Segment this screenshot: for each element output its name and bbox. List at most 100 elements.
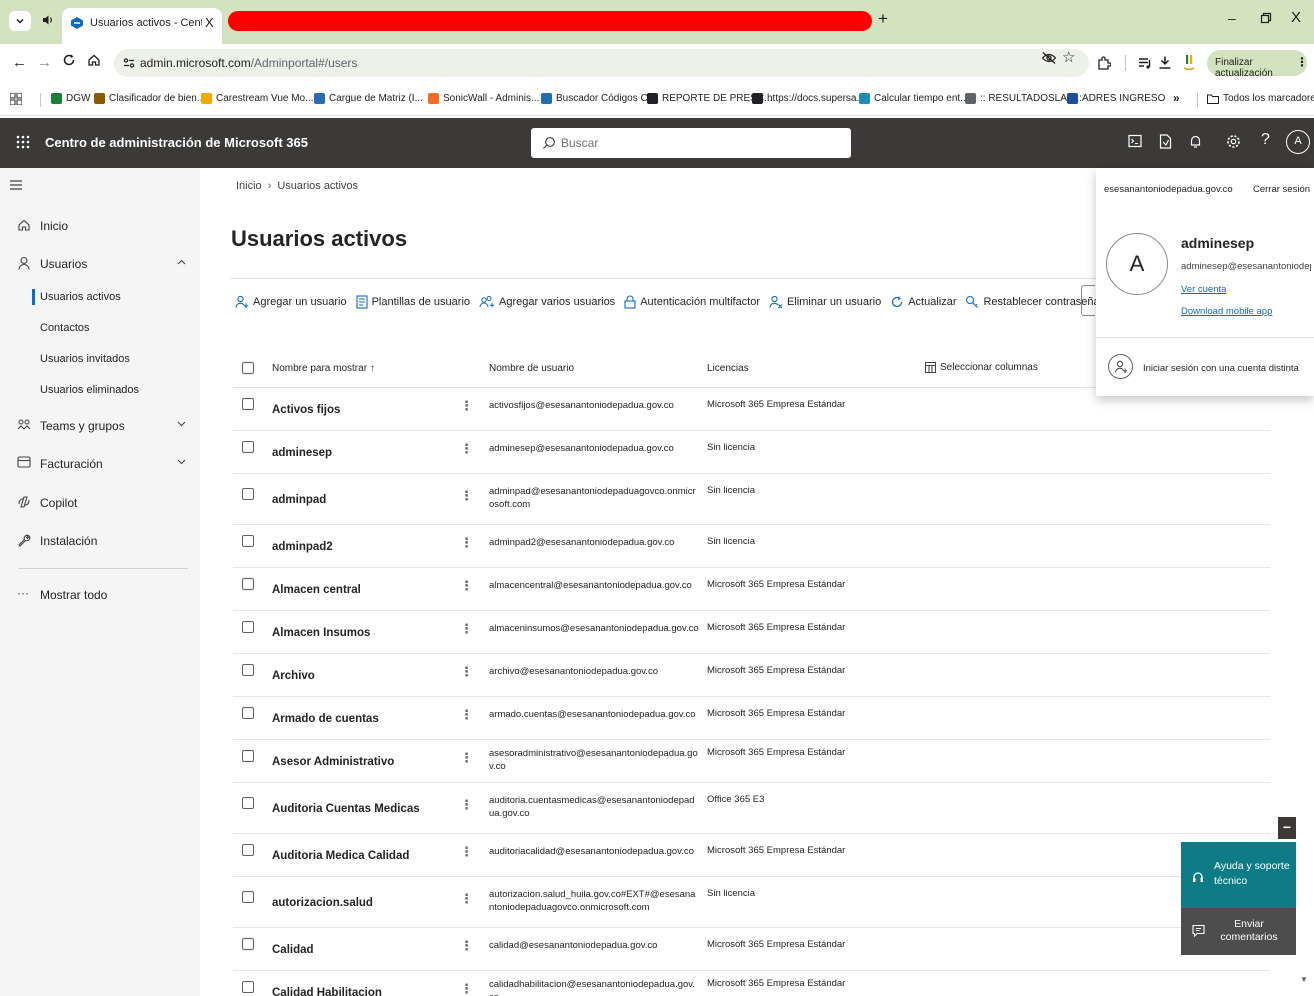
nav-subitem-contactos[interactable]: Contactos bbox=[40, 322, 90, 334]
close-window-button[interactable]: X bbox=[1291, 9, 1301, 26]
filter-search-input[interactable] bbox=[1081, 285, 1095, 316]
user-display-name[interactable]: Activos fijos bbox=[272, 404, 340, 416]
hamburger-menu-icon[interactable] bbox=[10, 180, 22, 190]
app-launcher-icon[interactable] bbox=[16, 135, 30, 149]
bookmark-item[interactable]: Cargue de Matriz (I... bbox=[314, 93, 423, 104]
download-icon[interactable] bbox=[1158, 55, 1172, 70]
finish-update-button[interactable]: Finalizar actualización ⋮ bbox=[1207, 50, 1308, 79]
tab-close-button[interactable]: X bbox=[205, 15, 214, 30]
user-display-name[interactable]: Calidad bbox=[272, 944, 314, 956]
row-more-actions-icon[interactable]: ⋮ bbox=[460, 489, 473, 502]
send-feedback-button[interactable]: Enviar comentarios bbox=[1181, 908, 1296, 955]
column-header-display-name[interactable]: Nombre para mostrar ↑ bbox=[272, 363, 375, 374]
table-row[interactable]: Auditoria Medica Calidad ⋮ auditoriacalida… bbox=[233, 834, 1270, 877]
reset-password-button[interactable]: Restablecer contraseña bbox=[965, 295, 1100, 309]
row-checkbox[interactable] bbox=[242, 535, 254, 547]
notifications-bell-icon[interactable] bbox=[1189, 134, 1202, 149]
row-checkbox[interactable] bbox=[242, 750, 254, 762]
table-row[interactable]: adminpad2 ⋮ adminpad2@esesanantoniodepadua… bbox=[233, 525, 1270, 568]
document-icon[interactable] bbox=[1159, 134, 1172, 149]
table-row[interactable]: Almacen central ⋮ almacencentral@esesanant… bbox=[233, 568, 1270, 611]
row-more-actions-icon[interactable]: ⋮ bbox=[460, 982, 473, 995]
settings-gear-icon[interactable] bbox=[1226, 134, 1241, 149]
bookmark-item[interactable]: Clasificador de bien... bbox=[94, 93, 205, 104]
table-row[interactable]: adminpad ⋮ adminpad@esesanantoniodepaduago… bbox=[233, 474, 1270, 525]
bookmark-item[interactable]: Buscador Códigos C... bbox=[541, 93, 656, 104]
app-title[interactable]: Centro de administración de Microsoft 36… bbox=[45, 135, 308, 150]
nav-item-mostrar-todo[interactable]: ··· Mostrar todo bbox=[0, 577, 200, 611]
tab-search-button[interactable] bbox=[9, 11, 31, 31]
all-bookmarks-button[interactable]: Todos los marcadores bbox=[1207, 93, 1314, 104]
nav-subitem-usuarios-invitados[interactable]: Usuarios invitados bbox=[40, 353, 130, 365]
row-more-actions-icon[interactable]: ⋮ bbox=[460, 399, 473, 412]
column-header-username[interactable]: Nombre de usuario bbox=[489, 363, 574, 374]
tracking-protection-icon[interactable] bbox=[1041, 51, 1057, 65]
nav-item-inicio[interactable]: Inicio bbox=[0, 208, 200, 242]
row-more-actions-icon[interactable]: ⋮ bbox=[460, 751, 473, 764]
terminal-icon[interactable] bbox=[1128, 134, 1142, 148]
row-checkbox[interactable] bbox=[242, 891, 254, 903]
row-checkbox[interactable] bbox=[242, 664, 254, 676]
table-row[interactable]: Asesor Administrativo ⋮ asesoradministrati… bbox=[233, 740, 1270, 783]
row-checkbox[interactable] bbox=[242, 844, 254, 856]
user-display-name[interactable]: Asesor Administrativo bbox=[272, 756, 394, 768]
search-box[interactable] bbox=[531, 128, 851, 158]
column-header-licenses[interactable]: Licencias bbox=[707, 363, 749, 374]
delete-user-button[interactable]: Eliminar un usuario bbox=[769, 295, 881, 309]
row-more-actions-icon[interactable]: ⋮ bbox=[460, 579, 473, 592]
account-avatar-button[interactable]: A bbox=[1286, 130, 1310, 154]
nav-item-instalacion[interactable]: Instalación bbox=[0, 523, 200, 557]
address-bar[interactable]: admin.microsoft.com/Adminportal#/users bbox=[114, 49, 1089, 77]
bookmark-item[interactable]: ADRES INGRESO bbox=[1067, 93, 1165, 104]
choose-columns-button[interactable]: Seleccionar columnas bbox=[925, 362, 1038, 373]
home-button-icon[interactable] bbox=[87, 53, 101, 67]
user-display-name[interactable]: Almacen central bbox=[272, 584, 361, 596]
nav-item-usuarios[interactable]: Usuarios bbox=[0, 246, 200, 280]
nav-item-teams-grupos[interactable]: Teams y grupos bbox=[0, 408, 200, 442]
add-multiple-users-button[interactable]: Agregar varios usuarios bbox=[479, 295, 615, 309]
row-more-actions-icon[interactable]: ⋮ bbox=[460, 622, 473, 635]
forward-icon[interactable]: → bbox=[37, 54, 52, 71]
nav-item-copilot[interactable]: Copilot bbox=[0, 485, 200, 519]
row-checkbox[interactable] bbox=[242, 621, 254, 633]
minimize-window-button[interactable]: – bbox=[1228, 10, 1236, 26]
select-all-checkbox[interactable] bbox=[242, 362, 254, 374]
sign-out-link[interactable]: Cerrar sesión bbox=[1253, 184, 1310, 195]
table-row[interactable]: Calidad Habilitacion ⋮ calidadhabilitacion… bbox=[233, 971, 1270, 996]
table-row[interactable]: Armado de cuentas ⋮ armado.cuentas@esesana… bbox=[233, 697, 1270, 740]
search-input[interactable] bbox=[561, 133, 841, 153]
more-bookmarks-button[interactable]: » bbox=[1173, 91, 1180, 105]
bookmark-item[interactable]: DGW bbox=[51, 93, 90, 104]
new-tab-button[interactable]: + bbox=[878, 9, 888, 29]
reload-icon[interactable] bbox=[62, 53, 76, 67]
bookmark-star-icon[interactable]: ☆ bbox=[1062, 48, 1075, 66]
media-control-icon[interactable] bbox=[1138, 56, 1152, 70]
scroll-down-arrow-icon[interactable]: ▼ bbox=[1300, 975, 1308, 984]
help-collapse-button[interactable]: − bbox=[1278, 817, 1296, 839]
restore-window-button[interactable] bbox=[1260, 12, 1272, 24]
row-checkbox[interactable] bbox=[242, 398, 254, 410]
bookmark-item[interactable]: Carestream Vue Mo... bbox=[201, 93, 313, 104]
view-account-link[interactable]: Ver cuenta bbox=[1181, 284, 1226, 295]
table-row[interactable]: Calidad ⋮ calidad@esesanantoniodepadua.gov… bbox=[233, 928, 1270, 971]
add-account-icon[interactable] bbox=[1108, 354, 1133, 379]
bookmark-item[interactable]: https://docs.supersa... bbox=[752, 93, 865, 104]
user-display-name[interactable]: adminpad2 bbox=[272, 541, 333, 553]
nav-item-facturacion[interactable]: Facturación bbox=[0, 446, 200, 480]
user-templates-button[interactable]: Plantillas de usuario bbox=[356, 295, 470, 309]
row-more-actions-icon[interactable]: ⋮ bbox=[460, 665, 473, 678]
bookmark-item[interactable]: :: RESULTADOSLAB :: bbox=[965, 93, 1082, 104]
row-checkbox[interactable] bbox=[242, 578, 254, 590]
bookmark-item[interactable]: SonicWall - Adminis... bbox=[428, 93, 539, 104]
breadcrumb-inicio[interactable]: Inicio bbox=[236, 180, 262, 192]
row-more-actions-icon[interactable]: ⋮ bbox=[460, 939, 473, 952]
row-checkbox[interactable] bbox=[242, 707, 254, 719]
row-checkbox[interactable] bbox=[242, 441, 254, 453]
back-icon[interactable]: ← bbox=[12, 54, 27, 71]
row-checkbox[interactable] bbox=[242, 488, 254, 500]
sign-in-different-account-link[interactable]: Iniciar sesión con una cuenta distinta bbox=[1143, 363, 1299, 374]
site-info-icon[interactable] bbox=[122, 56, 136, 70]
download-mobile-app-link[interactable]: Download mobile app bbox=[1181, 306, 1272, 317]
user-display-name[interactable]: Archivo bbox=[272, 670, 315, 682]
table-row[interactable]: adminesep ⋮ adminesep@esesanantoniodepadua… bbox=[233, 431, 1270, 474]
